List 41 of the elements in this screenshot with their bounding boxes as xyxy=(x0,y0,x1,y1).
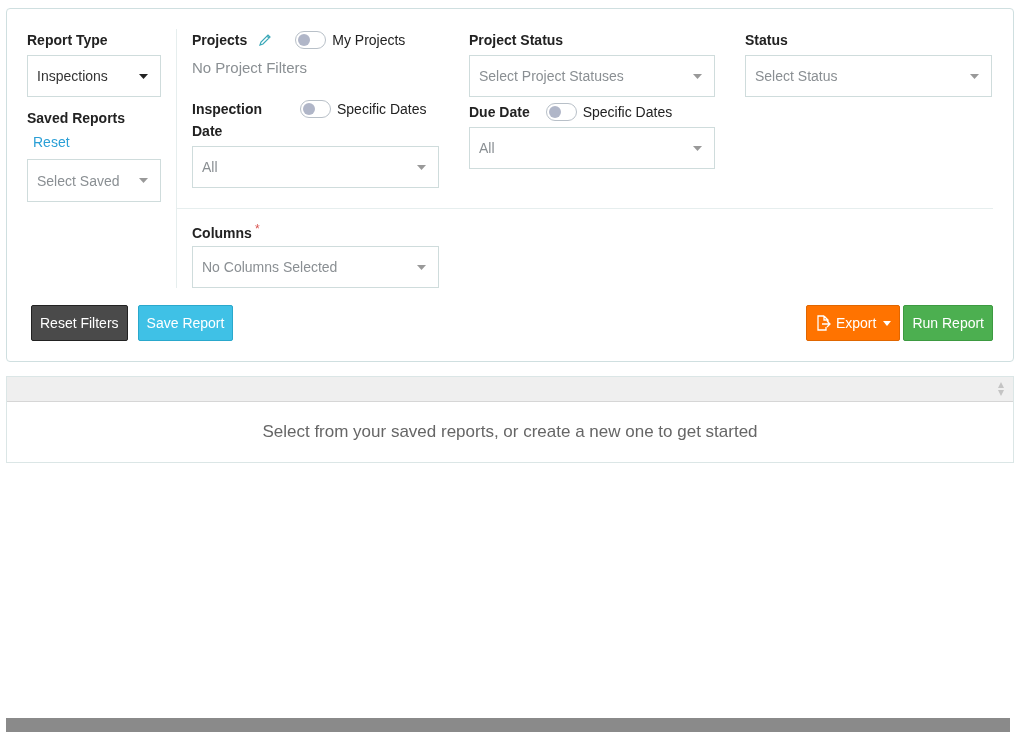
empty-message: Select from your saved reports, or create a new one to get started xyxy=(262,422,758,442)
field-label: Project Status xyxy=(469,31,564,50)
project-filter-summary: No Project Filters xyxy=(192,59,309,76)
caret-icon xyxy=(139,178,148,183)
toggle-label: My Projects xyxy=(332,31,406,50)
field-label: Due Date xyxy=(469,103,530,122)
action-button[interactable]: Run Report xyxy=(903,305,993,341)
file-export-icon xyxy=(814,315,831,331)
reset-link[interactable]: Reset xyxy=(33,133,161,151)
toggle-switch[interactable] xyxy=(300,100,331,118)
required-asterisk: * xyxy=(254,222,260,236)
select-dropdown[interactable]: No Columns Selected xyxy=(192,246,439,288)
select-dropdown[interactable]: Select Status xyxy=(745,55,992,97)
pencil-icon[interactable] xyxy=(258,33,273,47)
field-label: Columns xyxy=(192,224,252,243)
sort-icon[interactable] xyxy=(997,381,1005,397)
caret-icon xyxy=(139,73,148,79)
select-dropdown[interactable]: Inspections xyxy=(27,55,161,97)
action-button[interactable]: Save Report xyxy=(137,305,234,341)
caret-icon xyxy=(417,264,426,270)
field-label: Inspection Date xyxy=(192,100,263,141)
export-button[interactable]: Export xyxy=(805,305,901,341)
field-label: Status xyxy=(745,31,788,50)
caret-icon xyxy=(693,73,702,79)
toggle-label: Specific Dates xyxy=(582,103,673,122)
select-dropdown[interactable]: All xyxy=(192,146,439,188)
field-label: Projects xyxy=(192,31,248,50)
caret-icon xyxy=(693,145,702,151)
field-label: Saved Reports xyxy=(27,109,127,128)
toggle-switch[interactable] xyxy=(545,103,577,121)
field-label: Report Type xyxy=(27,31,108,50)
select-dropdown[interactable]: Select Saved xyxy=(27,159,161,202)
select-dropdown[interactable]: Select Project Statuses xyxy=(469,55,715,97)
caret-icon xyxy=(970,73,979,79)
caret-icon xyxy=(883,320,892,326)
action-button[interactable]: Reset Filters xyxy=(31,305,128,341)
select-dropdown[interactable]: All xyxy=(469,127,715,169)
horizontal-scrollbar[interactable] xyxy=(6,718,1010,732)
toggle-label: Specific Dates xyxy=(337,100,427,119)
toggle-switch[interactable] xyxy=(295,31,327,49)
caret-icon xyxy=(417,164,426,170)
